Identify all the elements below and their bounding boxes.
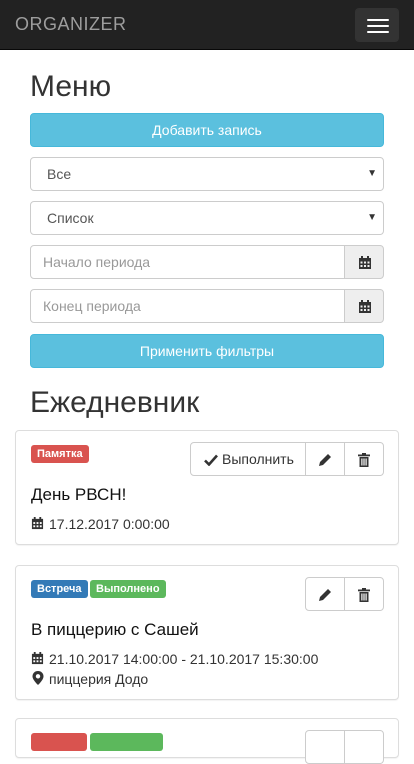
calendar-icon — [31, 517, 44, 530]
edit-button[interactable] — [305, 442, 345, 476]
map-marker-icon — [32, 671, 44, 685]
navbar: ORGANIZER — [0, 0, 414, 50]
entry-actions — [305, 577, 384, 611]
hamburger-icon — [367, 31, 389, 33]
end-date-calendar-button[interactable] — [344, 289, 384, 323]
calendar-icon — [359, 300, 371, 313]
entry-datetime-text: 21.10.2017 14:00:00 - 21.10.2017 15:30:0… — [49, 651, 319, 667]
filter-type-select[interactable]: Все ▼ — [30, 157, 384, 191]
pencil-icon — [319, 454, 331, 466]
reminder-badge: Памятка — [31, 445, 89, 463]
pencil-icon — [319, 589, 331, 601]
delete-button[interactable] — [344, 730, 384, 764]
chevron-down-icon: ▼ — [367, 168, 377, 179]
entry-location-text: пиццерия Додо — [49, 671, 149, 687]
chevron-down-icon: ▼ — [367, 212, 377, 223]
trash-icon — [358, 453, 370, 467]
start-date-group: Начало периода — [30, 245, 384, 279]
add-entry-button[interactable]: Добавить запись — [30, 113, 384, 147]
brand-logo[interactable]: ORGANIZER — [15, 14, 127, 35]
done-badge: Выполнено — [90, 580, 166, 598]
meeting-badge: Встреча — [31, 580, 88, 598]
delete-button[interactable] — [344, 577, 384, 611]
entry-actions: Выполнить — [190, 442, 384, 476]
delete-button[interactable] — [344, 442, 384, 476]
calendar-icon — [31, 652, 44, 665]
menu-title: Меню — [30, 70, 112, 103]
trash-icon — [358, 588, 370, 602]
check-icon — [204, 454, 218, 466]
edit-button[interactable] — [305, 577, 345, 611]
edit-button[interactable] — [305, 730, 345, 764]
start-date-input[interactable]: Начало периода — [30, 245, 345, 279]
menu-toggle-button[interactable] — [355, 8, 399, 42]
end-date-group: Конец периода — [30, 289, 384, 323]
calendar-icon — [359, 256, 371, 269]
diary-entry-card — [15, 718, 399, 764]
entry-datetime: 17.12.2017 0:00:00 — [31, 515, 371, 533]
entry-datetime-text: 17.12.2017 0:00:00 — [49, 516, 170, 532]
diary-title: Ежедневник — [30, 386, 200, 419]
filter-type-value: Все — [47, 166, 72, 182]
entry-location: пиццерия Додо — [31, 670, 371, 688]
hamburger-icon — [367, 19, 389, 21]
entry-title: В пиццерию с Сашей — [31, 620, 199, 639]
view-mode-value: Список — [47, 210, 94, 226]
entry-datetime: 21.10.2017 14:00:00 - 21.10.2017 15:30:0… — [31, 650, 381, 668]
diary-entry-card: Встреча Выполнено В пиццерию с Сашей 21.… — [15, 565, 399, 700]
hamburger-icon — [367, 25, 389, 27]
entry-title: День РВСН! — [31, 485, 127, 504]
apply-filters-button[interactable]: Применить фильтры — [30, 334, 384, 368]
entry-actions — [305, 730, 384, 764]
start-date-calendar-button[interactable] — [344, 245, 384, 279]
view-mode-select[interactable]: Список ▼ — [30, 201, 384, 235]
end-date-input[interactable]: Конец периода — [30, 289, 345, 323]
complete-button-label: Выполнить — [222, 451, 294, 467]
diary-entry-card: Памятка Выполнить День РВСН! 17.12.2017 … — [15, 430, 399, 545]
complete-button[interactable]: Выполнить — [190, 442, 306, 476]
